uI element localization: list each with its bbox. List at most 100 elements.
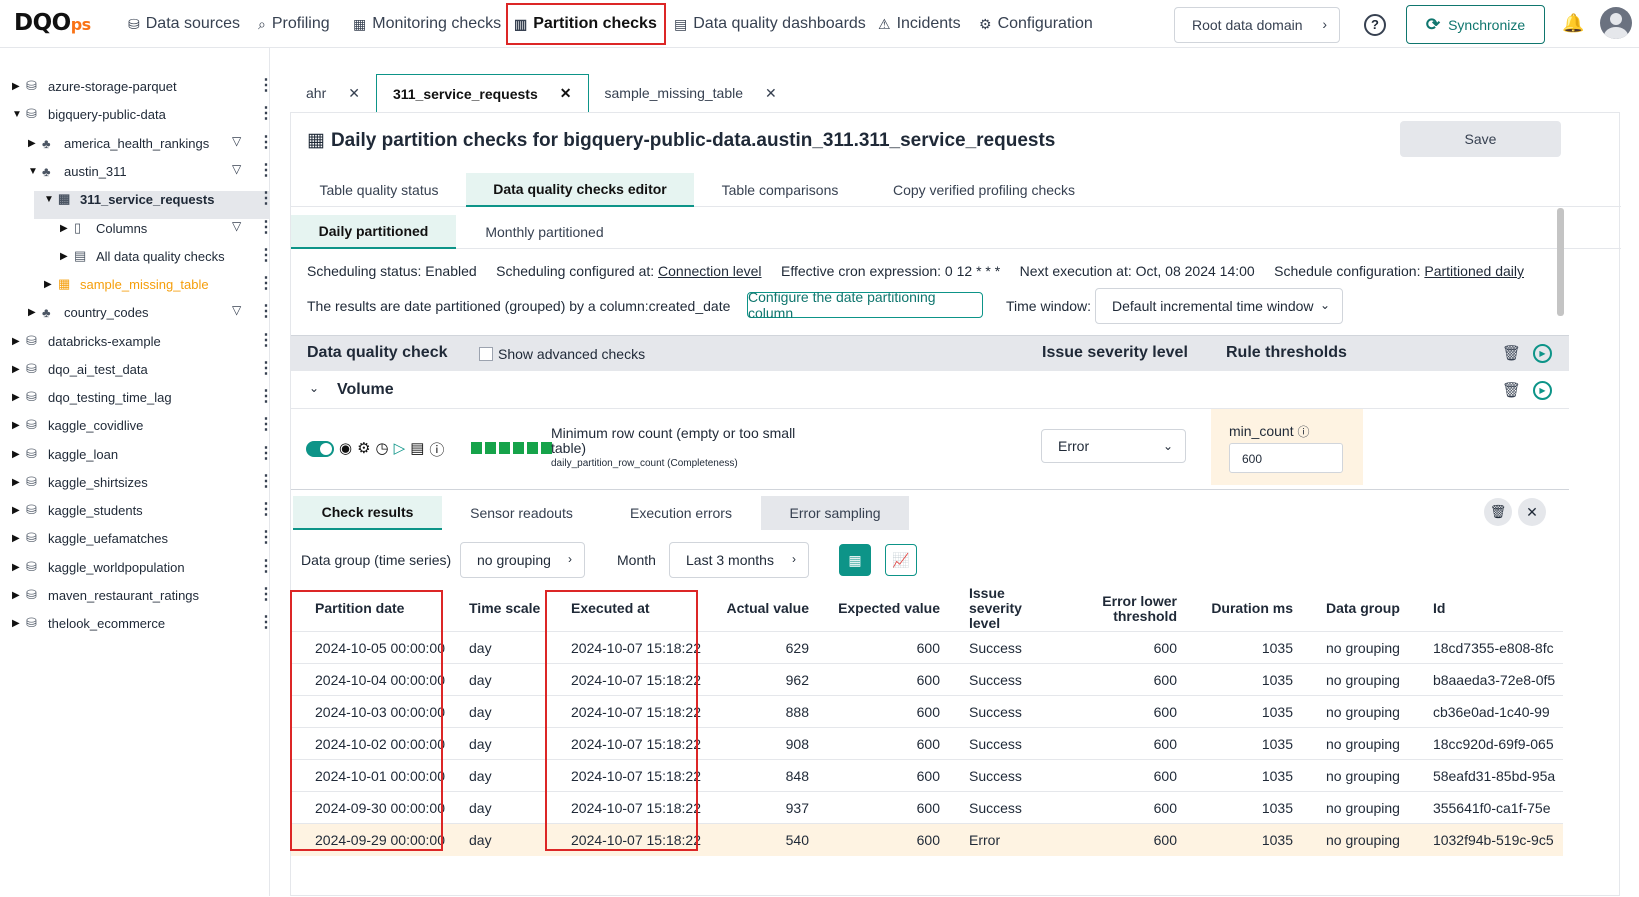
tree-item[interactable]: ▶ ⛁ kaggle_worldpopulation — [12, 553, 185, 581]
more-options-icon[interactable]: ⋮ — [258, 217, 274, 237]
save-button[interactable]: Save — [1400, 121, 1561, 157]
data-domain-selector[interactable]: Root data domain › — [1174, 7, 1340, 43]
time-window-select[interactable]: Default incremental time window ⌄ — [1095, 288, 1343, 324]
check-results-bars[interactable] — [471, 442, 552, 454]
filter-icon[interactable]: ▽ — [232, 162, 241, 176]
nav-configuration[interactable]: ⚙ Configuration — [979, 0, 1093, 48]
tree-item[interactable]: ▶ ♣ america_health_rankings — [28, 129, 209, 157]
more-options-icon[interactable]: ⋮ — [258, 443, 274, 463]
close-icon[interactable]: ✕ — [765, 85, 777, 102]
issue-severity-select[interactable]: Error ⌄ — [1041, 429, 1186, 463]
file-tab-active[interactable]: 311_service_requests ✕ — [375, 74, 589, 112]
col-id[interactable]: Id — [1408, 586, 1563, 632]
user-avatar[interactable] — [1600, 7, 1632, 39]
expand-icon[interactable]: ▶ — [12, 364, 26, 375]
more-options-icon[interactable]: ⋮ — [258, 556, 274, 576]
expand-icon[interactable]: ▶ — [60, 251, 74, 262]
tab-sensor-readouts[interactable]: Sensor readouts — [442, 496, 601, 530]
col-expected-value[interactable]: Expected value — [817, 586, 948, 632]
expand-icon[interactable]: ▶ — [28, 138, 42, 149]
vertical-scrollbar[interactable] — [1557, 208, 1564, 316]
nav-data-sources[interactable]: ⛁ Data sources — [128, 0, 240, 48]
trash-icon[interactable]: 🗑 — [1502, 381, 1521, 399]
more-options-icon[interactable]: ⋮ — [258, 414, 274, 434]
col-time-scale[interactable]: Time scale — [461, 586, 555, 632]
tree-item[interactable]: ▼ ♣ austin_311 — [28, 157, 127, 185]
more-options-icon[interactable]: ⋮ — [258, 301, 274, 321]
collapse-icon[interactable]: ▼ — [44, 194, 58, 205]
info-icon[interactable]: ⓘ — [429, 439, 444, 460]
expand-icon[interactable]: ▶ — [12, 562, 26, 573]
tab-copy-verified-profiling-checks[interactable]: Copy verified profiling checks — [881, 173, 1087, 207]
nav-data-quality-dashboards[interactable]: ▤ Data quality dashboards — [674, 0, 866, 48]
collapse-icon[interactable]: ▼ — [28, 166, 42, 177]
tree-item[interactable]: ▶ ⛁ thelook_ecommerce — [12, 609, 165, 637]
more-options-icon[interactable]: ⋮ — [258, 330, 274, 350]
tree-item[interactable]: ▶ ⛁ kaggle_uefamatches — [12, 524, 168, 552]
tab-daily-partitioned[interactable]: Daily partitioned — [291, 215, 456, 249]
close-icon[interactable]: ✕ — [560, 85, 572, 102]
expand-icon[interactable]: ▶ — [12, 392, 26, 403]
tab-table-quality-status[interactable]: Table quality status — [307, 173, 451, 207]
expand-icon[interactable]: ▶ — [12, 449, 26, 460]
tree-item[interactable]: ▶ ⛁ kaggle_students — [12, 496, 143, 524]
filter-icon[interactable]: ▽ — [232, 303, 241, 317]
target-icon[interactable]: ◉ — [339, 439, 352, 460]
tree-item[interactable]: ▶ ⛁ databricks-example — [12, 327, 161, 355]
col-actual-value[interactable]: Actual value — [713, 586, 817, 632]
more-options-icon[interactable]: ⋮ — [258, 75, 274, 95]
more-options-icon[interactable]: ⋮ — [258, 188, 274, 208]
show-advanced-checkbox[interactable] — [479, 347, 493, 361]
more-options-icon[interactable]: ⋮ — [258, 612, 274, 632]
filter-icon[interactable]: ▽ — [232, 134, 241, 148]
collapse-icon[interactable]: ▼ — [12, 109, 26, 120]
file-tab[interactable]: sample_missing_table ✕ — [589, 74, 793, 112]
col-error-lower-threshold[interactable]: Error lower threshold — [1058, 586, 1185, 632]
min-count-input[interactable]: 600 — [1229, 443, 1343, 473]
tree-item[interactable]: ▶ ▤ All data quality checks — [60, 242, 225, 270]
table-view-icon[interactable]: ▦ — [839, 544, 871, 576]
trash-icon[interactable]: 🗑 — [1502, 344, 1521, 362]
expand-icon[interactable]: ▶ — [44, 279, 58, 290]
nav-incidents[interactable]: ⚠ Incidents — [878, 0, 961, 48]
tree-item-selected[interactable]: ▼ ▦ 311_service_requests — [44, 185, 214, 213]
expand-icon[interactable]: ▶ — [12, 533, 26, 544]
expand-icon[interactable]: ▶ — [28, 307, 42, 318]
tree-item[interactable]: ▶ ⛁ dqo_testing_time_lag — [12, 383, 172, 411]
schedule-config-link[interactable]: Partitioned daily — [1424, 263, 1524, 279]
tree-item[interactable]: ▼ ⛁ bigquery-public-data — [12, 100, 166, 128]
check-enabled-toggle[interactable] — [306, 441, 334, 457]
notifications-bell-icon[interactable]: 🔔 — [1562, 13, 1584, 34]
tree-item[interactable]: ▶ ⛁ azure-storage-parquet — [12, 72, 177, 100]
expand-icon[interactable]: ▶ — [12, 420, 26, 431]
more-options-icon[interactable]: ⋮ — [258, 160, 274, 180]
expand-icon[interactable]: ▶ — [12, 477, 26, 488]
more-options-icon[interactable]: ⋮ — [258, 499, 274, 519]
tab-data-quality-checks-editor[interactable]: Data quality checks editor — [466, 173, 694, 207]
tree-item[interactable]: ▶ ⛁ kaggle_shirtsizes — [12, 468, 148, 496]
filter-icon[interactable]: ▽ — [232, 219, 241, 233]
tree-item[interactable]: ▶ ▦ sample_missing_table — [44, 270, 209, 298]
file-tab[interactable]: ahr ✕ — [290, 74, 376, 112]
more-options-icon[interactable]: ⋮ — [258, 132, 274, 152]
tab-table-comparisons[interactable]: Table comparisons — [709, 173, 851, 207]
delete-results-icon[interactable]: 🗑 — [1484, 498, 1512, 526]
results-list-icon[interactable]: ▤ — [410, 439, 424, 460]
col-executed-at[interactable]: Executed at — [555, 586, 713, 632]
expand-icon[interactable]: ▶ — [12, 590, 26, 601]
tab-execution-errors[interactable]: Execution errors — [601, 496, 761, 530]
run-checks-icon[interactable]: ▶ — [1533, 344, 1552, 363]
expand-icon[interactable]: ▶ — [12, 505, 26, 516]
tree-item[interactable]: ▶ ♣ country_codes — [28, 298, 149, 326]
dqops-logo[interactable]: DQOps — [14, 10, 91, 36]
tree-item[interactable]: ▶ ⛁ maven_restaurant_ratings — [12, 581, 199, 609]
configure-partitioning-column-button[interactable]: Configure the date partitioning column — [747, 289, 983, 321]
clock-icon[interactable]: ◷ — [376, 439, 389, 460]
tree-item[interactable]: ▶ ⛁ kaggle_covidlive — [12, 411, 143, 439]
nav-monitoring-checks[interactable]: ▦ Monitoring checks — [353, 0, 501, 48]
col-issue-severity[interactable]: Issue severity level — [948, 586, 1058, 632]
more-options-icon[interactable]: ⋮ — [258, 386, 274, 406]
nav-partition-checks[interactable]: ▥ Partition checks — [506, 3, 666, 45]
col-partition-date[interactable]: Partition date — [291, 586, 461, 632]
help-icon[interactable]: ? — [1364, 14, 1386, 36]
